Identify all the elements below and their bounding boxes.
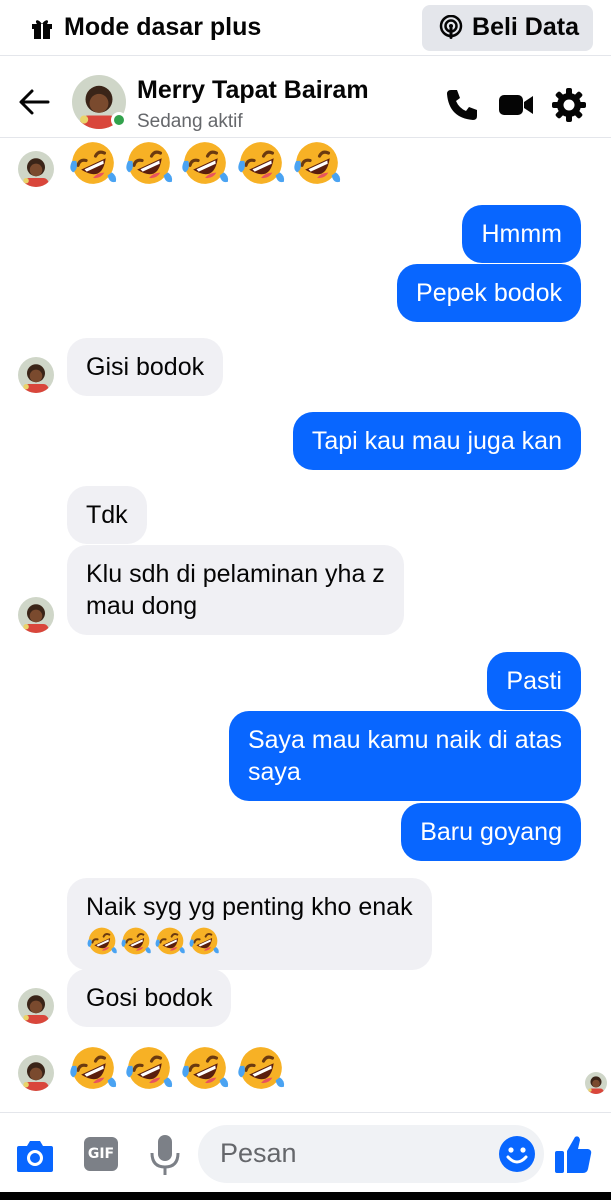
- contact-status: Sedang aktif: [137, 111, 243, 132]
- rofl-emoji: [236, 1043, 286, 1093]
- outgoing-message[interactable]: Tapi kau mau juga kan: [292, 412, 581, 470]
- seen-avatar: [585, 1072, 607, 1094]
- emoji-message[interactable]: [68, 1043, 286, 1093]
- basic-mode-label: Mode dasar plus: [30, 13, 261, 42]
- message-line: Saya mau kamu naik di atas: [247, 726, 562, 754]
- rofl-emoji: [68, 138, 118, 188]
- outgoing-message[interactable]: Pepek bodok: [397, 264, 581, 322]
- message-placeholder: Pesan: [220, 1138, 297, 1168]
- thumbs-up-icon[interactable]: [553, 1133, 593, 1175]
- outgoing-message[interactable]: Saya mau kamu naik di atas saya: [228, 711, 581, 801]
- sender-avatar: [18, 988, 54, 1024]
- back-arrow-icon[interactable]: [16, 84, 52, 120]
- rofl-emoji: [188, 925, 220, 957]
- buy-data-button[interactable]: Beli Data: [422, 4, 593, 51]
- promo-bar: Mode dasar plus Beli Data: [0, 0, 611, 56]
- rofl-emoji: [292, 138, 342, 188]
- camera-icon[interactable]: [15, 1137, 55, 1175]
- incoming-message[interactable]: Gosi bodok: [67, 969, 232, 1027]
- podcast-icon: [439, 14, 463, 39]
- message-line: Naik syg yg penting kho enak: [86, 893, 413, 921]
- rofl-emoji: [124, 1043, 174, 1093]
- microphone-icon[interactable]: [148, 1133, 182, 1177]
- composer-bar: GIF Pesan: [0, 1112, 611, 1200]
- rofl-emoji: [68, 1043, 118, 1093]
- basic-mode-text: Mode dasar plus: [64, 13, 262, 41]
- incoming-message[interactable]: Tdk: [67, 486, 147, 544]
- online-indicator: [111, 112, 127, 128]
- chat-header: Merry Tapat Bairam Sedang aktif: [0, 64, 611, 138]
- system-nav-bar: [0, 1192, 611, 1200]
- contact-name[interactable]: Merry Tapat Bairam: [137, 76, 369, 105]
- rofl-emoji: [154, 925, 186, 957]
- rofl-emoji: [86, 925, 118, 957]
- rofl-emoji: [124, 138, 174, 188]
- rofl-emoji: [180, 138, 230, 188]
- incoming-message[interactable]: Klu sdh di pelaminan yha z mau dong: [67, 545, 404, 635]
- incoming-message[interactable]: Naik syg yg penting kho enak: [67, 878, 432, 970]
- outgoing-message[interactable]: Pasti: [487, 652, 581, 710]
- message-line: mau dong: [86, 592, 198, 620]
- rofl-emoji: [236, 138, 286, 188]
- sender-avatar: [18, 597, 54, 633]
- gear-icon[interactable]: [550, 86, 588, 124]
- sender-avatar: [18, 1055, 54, 1091]
- message-input[interactable]: Pesan: [198, 1125, 544, 1183]
- sender-avatar: [18, 151, 54, 187]
- message-line: Klu sdh di pelaminan yha z: [86, 560, 385, 588]
- emoji-line: [86, 925, 413, 957]
- sender-avatar: [18, 357, 54, 393]
- gif-icon[interactable]: GIF: [84, 1137, 118, 1171]
- buy-data-label: Beli Data: [472, 13, 579, 41]
- phone-icon[interactable]: [443, 86, 481, 124]
- gift-icon: [32, 19, 52, 39]
- video-icon[interactable]: [497, 86, 535, 124]
- smiley-icon[interactable]: [498, 1135, 536, 1173]
- rofl-emoji: [120, 925, 152, 957]
- emoji-message[interactable]: [68, 138, 342, 188]
- outgoing-message[interactable]: Baru goyang: [401, 803, 581, 861]
- outgoing-message[interactable]: Hmmm: [462, 205, 581, 263]
- message-line: saya: [247, 758, 301, 786]
- incoming-message[interactable]: Gisi bodok: [67, 338, 224, 396]
- rofl-emoji: [180, 1043, 230, 1093]
